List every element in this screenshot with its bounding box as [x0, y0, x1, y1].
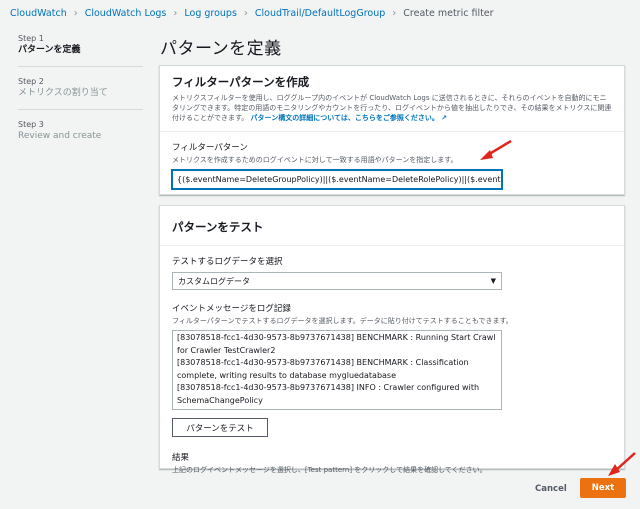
panel-description: メトリクスフィルターを使用し、ロググループ内のイベントが CloudWatch …: [172, 93, 612, 123]
log-messages-label: イベントメッセージをログ記録: [172, 304, 291, 314]
wizard-step-2: Step 2 メトリクスの割り当て: [18, 76, 143, 110]
step-label: Review and create: [18, 131, 102, 141]
panel-title: フィルターパターンを作成: [172, 75, 310, 89]
test-pattern-button[interactable]: パターンをテスト: [172, 418, 268, 437]
step-label: メトリクスの割り当て: [18, 88, 108, 98]
pattern-syntax-link[interactable]: パターン構文の詳細については、こちらをご参照ください。: [251, 114, 439, 122]
step-number: Step 1: [18, 34, 44, 43]
annotation-arrow-icon: [480, 139, 512, 160]
wizard-step-3: Step 3 Review and create: [18, 119, 143, 152]
chevron-right-icon: ›: [243, 8, 248, 19]
log-line: [83078518-fcc1-4d30-9573-8b9737671438] I…: [177, 383, 480, 392]
log-line: for Crawler TestCrawler2: [177, 345, 276, 355]
step-number: Step 3: [18, 120, 44, 129]
step-label: パターンを定義: [18, 45, 81, 55]
results-description: 上記のログイベントメッセージを選択し、[Test pattern] をクリックし…: [172, 466, 487, 474]
results-label: 結果: [172, 453, 190, 463]
log-data-select-label: テストするログデータを選択: [172, 257, 283, 267]
cancel-button[interactable]: Cancel: [535, 484, 567, 494]
breadcrumb-log-group[interactable]: CloudTrail/DefaultLogGroup: [255, 8, 385, 19]
breadcrumb-cloudwatch[interactable]: CloudWatch: [10, 8, 67, 19]
panel-title: パターンをテスト: [172, 220, 264, 234]
breadcrumb-log-groups[interactable]: Log groups: [184, 8, 237, 19]
caret-down-icon: ▼: [490, 277, 496, 285]
wizard-step-1: Step 1 パターンを定義: [18, 33, 143, 67]
log-line: complete, writing results to database my…: [177, 370, 397, 380]
chevron-right-icon: ›: [173, 8, 178, 19]
test-pattern-panel: パターンをテスト テストするログデータを選択 カスタムログデータ ▼ イベントメ…: [159, 205, 625, 474]
breadcrumb-current: Create metric filter: [403, 8, 494, 19]
chevron-right-icon: ›: [73, 8, 78, 19]
chevron-right-icon: ›: [392, 8, 397, 19]
step-number: Step 2: [18, 77, 44, 86]
page-title: パターンを定義: [160, 39, 282, 59]
log-data-select[interactable]: カスタムログデータ ▼: [172, 272, 502, 290]
log-data-select-value: カスタムログデータ: [178, 276, 250, 286]
filter-pattern-input[interactable]: {($.eventName=DeleteGroupPolicy)||($.eve…: [172, 170, 502, 189]
log-line: [83078518-fcc1-4d30-9573-8b9737671438] B…: [177, 358, 469, 367]
log-messages-textarea[interactable]: [83078518-fcc1-4d30-9573-8b9737671438] B…: [172, 330, 502, 410]
divider: [160, 245, 624, 246]
divider: [160, 131, 624, 132]
breadcrumb-cloudwatch-logs[interactable]: CloudWatch Logs: [85, 8, 167, 19]
external-link-icon: ↗: [441, 114, 447, 122]
filter-pattern-label: フィルターパターン: [172, 143, 248, 153]
breadcrumb: CloudWatch › CloudWatch Logs › Log group…: [0, 0, 640, 27]
filter-pattern-description: メトリクスを作成するためのログイベントに対して一致する用語やパターンを指定します…: [172, 156, 458, 164]
filter-pattern-panel: フィルターパターンを作成 メトリクスフィルターを使用し、ロググループ内のイベント…: [159, 65, 625, 195]
log-line: SchemaChangePolicy: [177, 395, 263, 405]
next-button[interactable]: Next: [580, 478, 626, 498]
annotation-arrow-icon: [608, 452, 636, 476]
wizard-steps: Step 1 パターンを定義 Step 2 メトリクスの割り当て Step 3 …: [18, 33, 143, 161]
log-messages-description: フィルターパターンでテストするログデータを選択します。データに貼り付けてテストす…: [172, 317, 513, 325]
log-line: [83078518-fcc1-4d30-9573-8b9737671438] B…: [177, 333, 496, 342]
